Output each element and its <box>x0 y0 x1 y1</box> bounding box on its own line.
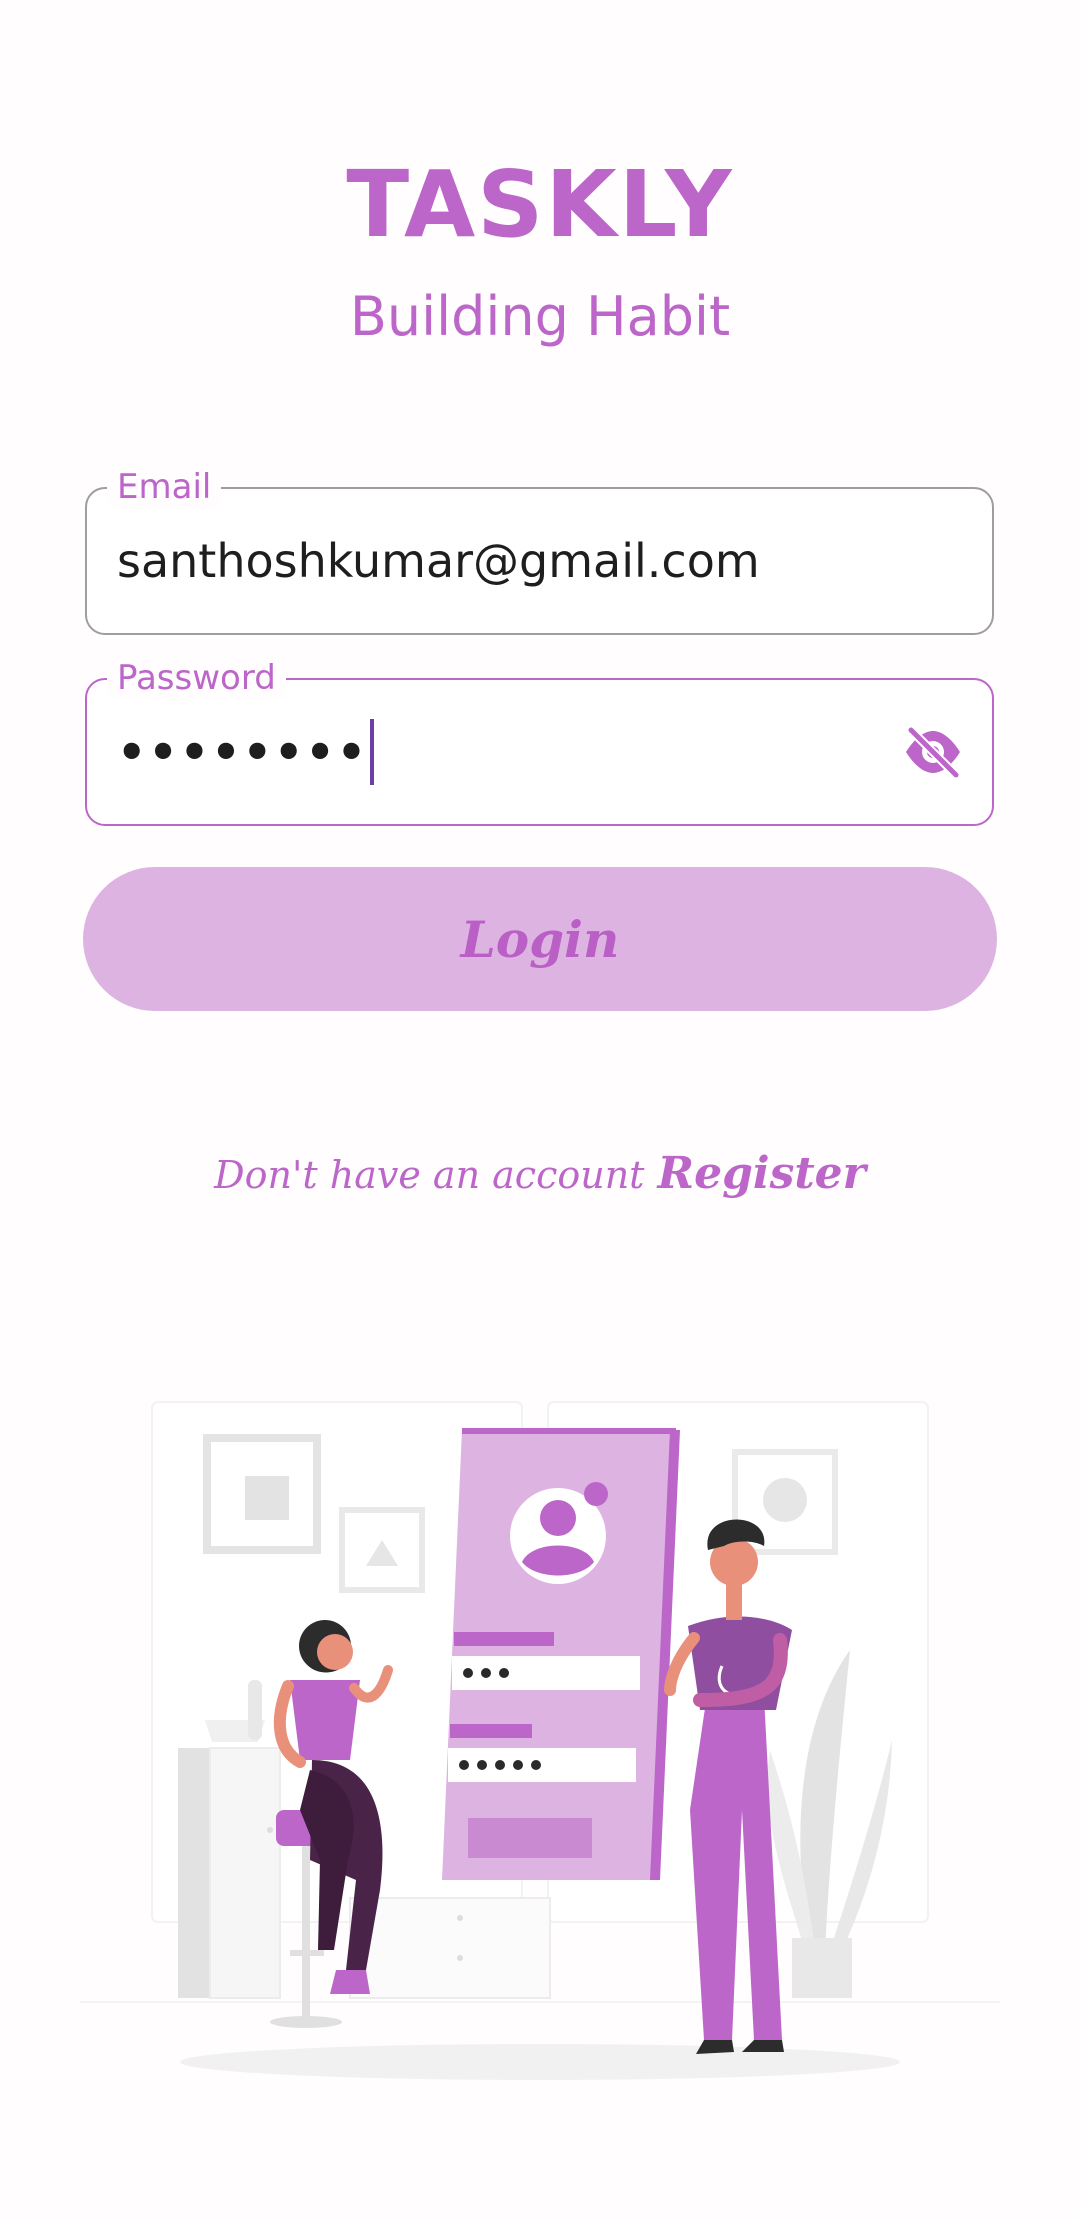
register-prompt: Don't have an account <box>214 1153 645 1197</box>
login-illustration <box>80 1401 1000 2080</box>
password-label: Password <box>107 656 286 700</box>
register-row: Don't have an account Register <box>0 1148 1080 1199</box>
password-field[interactable]: Password •••••••• <box>85 656 994 826</box>
password-masked-value: •••••••• <box>117 725 369 779</box>
email-label: Email <box>107 465 222 509</box>
email-field[interactable]: Email santhoshkumar@gmail.com <box>85 465 994 635</box>
visibility-off-icon[interactable] <box>902 724 964 780</box>
register-link[interactable]: Register <box>658 1148 866 1199</box>
login-button[interactable]: Login <box>83 867 997 1011</box>
email-input[interactable]: santhoshkumar@gmail.com <box>117 529 760 593</box>
app-subtitle: Building Habit <box>349 285 731 348</box>
app-title: TASKLY <box>346 151 734 258</box>
password-input[interactable]: •••••••• <box>117 718 375 785</box>
text-caret <box>370 718 375 785</box>
